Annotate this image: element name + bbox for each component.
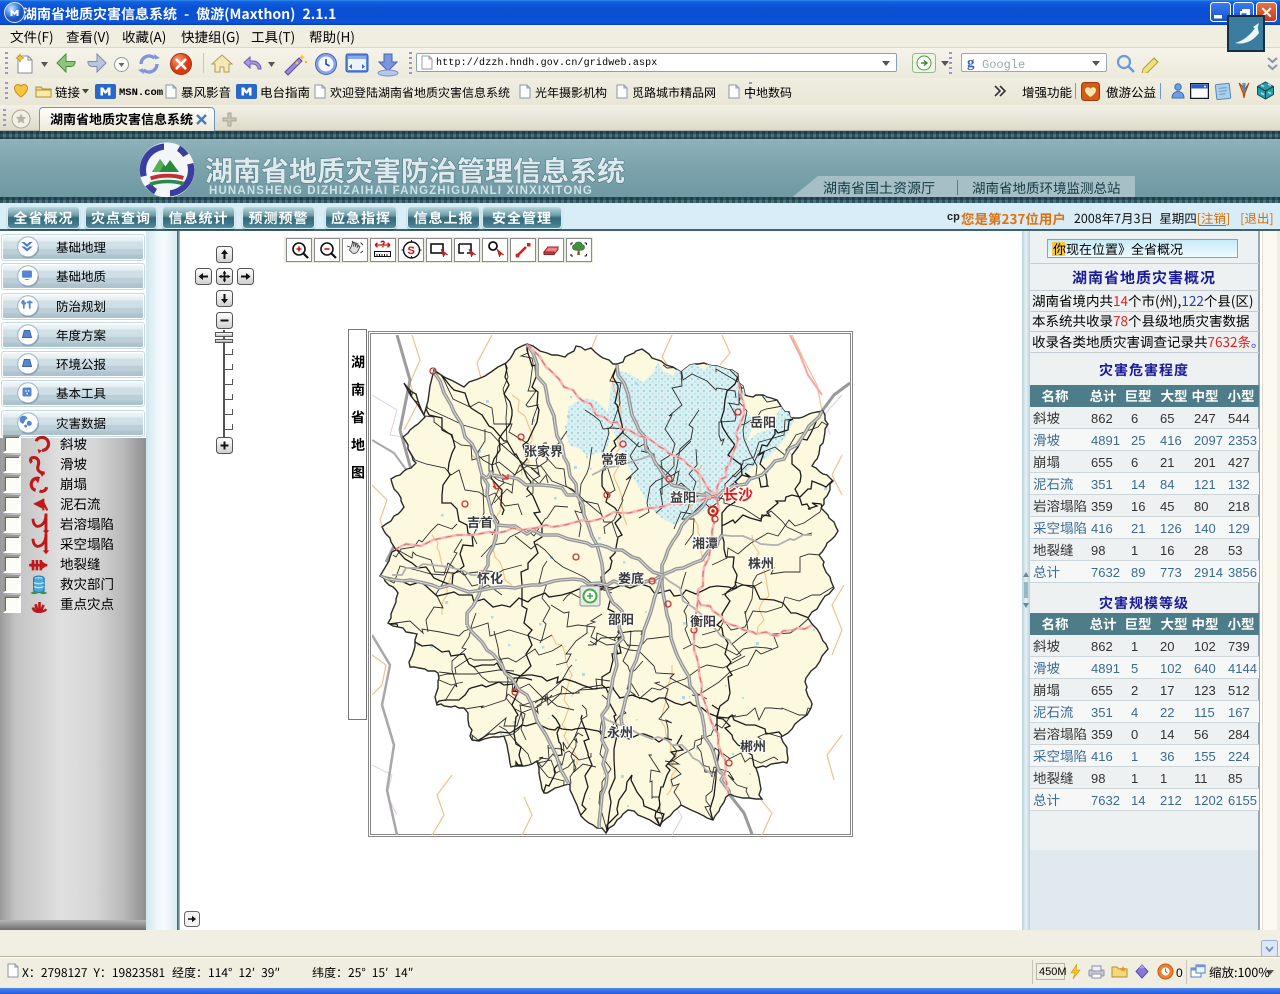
svg-text:S: S [408,245,415,257]
